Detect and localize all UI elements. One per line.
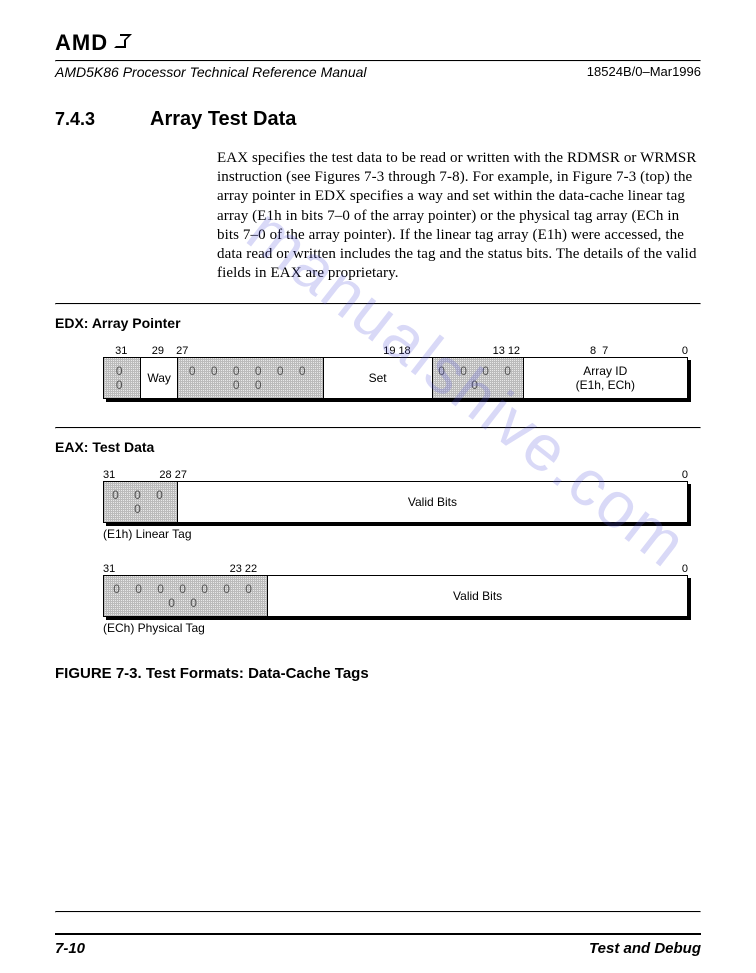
- eax-label: EAX: Test Data: [55, 439, 701, 455]
- eax-linear-diagram: 31 28 27 0 0 0 0 0 Valid Bits (E1h) Line…: [63, 469, 693, 541]
- edx-reserved-27-19: 0 0 0 0 0 0 0 0: [177, 358, 323, 398]
- eax-linear-validbits: Valid Bits: [177, 482, 687, 522]
- section-title: Array Test Data: [150, 108, 296, 131]
- edx-box: 0 0 Way 0 0 0 0 0 0 0 0 Set 0 0 0 0 0 Ar…: [103, 357, 688, 399]
- figure-caption: FIGURE 7-3. Test Formats: Data-Cache Tag…: [55, 665, 701, 682]
- eax-linear-bits: 31 28 27 0: [103, 469, 688, 481]
- manual-title: AMD5K86 Processor Technical Reference Ma…: [55, 64, 367, 80]
- edx-set-field: Set: [323, 358, 432, 398]
- edx-way-field: Way: [140, 358, 176, 398]
- footer-line: 7-10 Test and Debug: [55, 940, 701, 957]
- body-paragraph: EAX specifies the test data to be read o…: [217, 149, 701, 283]
- eax-linear-reserved: 0 0 0 0: [104, 482, 177, 522]
- edx-register-diagram: 31 29 27 19 18 13 12 8 7 0 0 0 Way 0 0 0…: [63, 345, 693, 399]
- page-number: 7-10: [55, 940, 85, 957]
- section-number: 7.4.3: [55, 109, 150, 130]
- logo-arrow-icon: [112, 30, 134, 56]
- edx-arrayid-field: Array ID (E1h, ECh): [523, 358, 687, 398]
- section-heading: 7.4.3 Array Test Data: [55, 108, 701, 131]
- eax-linear-sublabel: (E1h) Linear Tag: [103, 527, 693, 541]
- divider: [55, 303, 701, 305]
- edx-bit-labels: 31 29 27 19 18 13 12 8 7 0: [103, 345, 688, 357]
- chapter-name: Test and Debug: [589, 940, 701, 957]
- footer-rule: [55, 933, 701, 935]
- eax-physical-sublabel: (ECh) Physical Tag: [103, 621, 693, 635]
- eax-physical-bits: 31 23 22 0: [103, 563, 688, 575]
- amd-logo: AMD: [55, 30, 701, 56]
- eax-physical-box: 0 0 0 0 0 0 0 0 0 Valid Bits: [103, 575, 688, 617]
- edx-label: EDX: Array Pointer: [55, 315, 701, 331]
- logo-text: AMD: [55, 30, 108, 56]
- edx-reserved-12-8: 0 0 0 0 0: [432, 358, 523, 398]
- divider: [55, 427, 701, 429]
- header-rule: [55, 60, 701, 62]
- doc-id: 18524B/0–Mar1996: [587, 64, 701, 80]
- edx-reserved-31-30: 0 0: [104, 358, 140, 398]
- eax-physical-validbits: Valid Bits: [267, 576, 687, 616]
- eax-physical-diagram: 31 23 22 0 0 0 0 0 0 0 0 0 0 Valid Bits …: [63, 563, 693, 635]
- eax-linear-box: 0 0 0 0 Valid Bits: [103, 481, 688, 523]
- header-line: AMD5K86 Processor Technical Reference Ma…: [55, 64, 701, 80]
- eax-physical-reserved: 0 0 0 0 0 0 0 0 0: [104, 576, 267, 616]
- lower-divider: [55, 911, 701, 913]
